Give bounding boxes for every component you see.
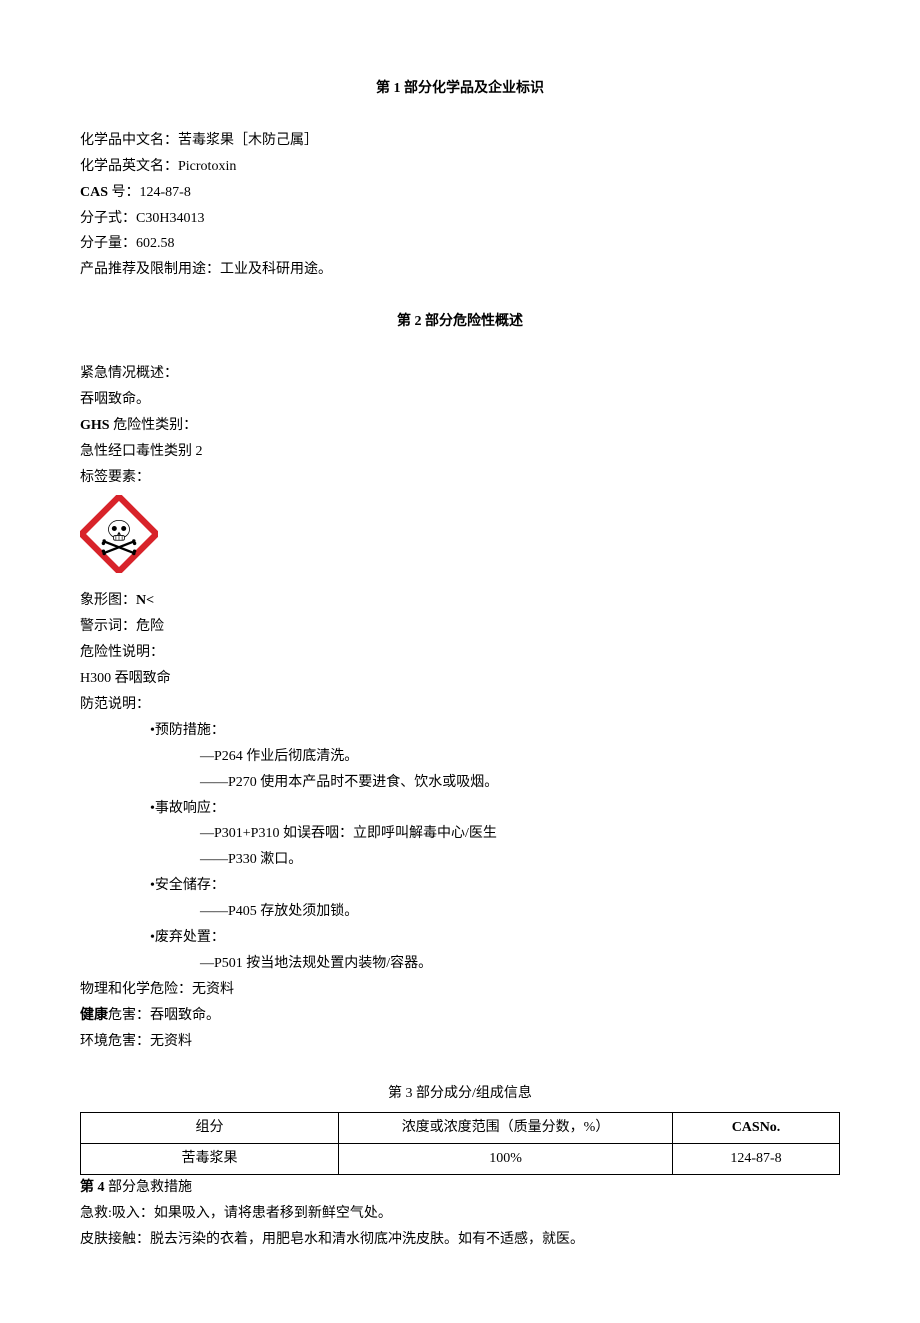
row-use: 产品推荐及限制用途：工业及科研用途。	[80, 257, 840, 283]
ghs-pictogram-skull	[80, 491, 840, 589]
table-header-cas: CASNo.	[673, 1113, 840, 1144]
section-2-title: 第 2 部分危险性概述	[80, 309, 840, 335]
table-row: 苦毒浆果 100% 124-87-8	[81, 1144, 840, 1175]
emergency-label: 紧急情况概述：	[80, 361, 840, 387]
ghs-class: 急性经口毒性类别 2	[80, 439, 840, 465]
p270: ——P270 使用本产品时不要进食、饮水或吸烟。	[80, 770, 840, 796]
row-formula: 分子式：C30H34013	[80, 206, 840, 232]
group-disposal-header: •废弃处置：	[80, 925, 840, 951]
precaution-label: 防范说明：	[80, 692, 840, 718]
p330: ——P330 漱口。	[80, 847, 840, 873]
pictogram-label: 象形图：N<	[80, 588, 840, 614]
cell-cas: 124-87-8	[673, 1144, 840, 1175]
group-storage-header: •安全储存：	[80, 873, 840, 899]
hazard-h300: H300 吞咽致命	[80, 666, 840, 692]
label-elements: 标签要素：	[80, 465, 840, 491]
section-1-title: 第 1 部分化学品及企业标识	[80, 76, 840, 102]
row-en-name: 化学品英文名：Picrotoxin	[80, 154, 840, 180]
firstaid-inhale: 急救:吸入：如果吸入，请将患者移到新鲜空气处。	[80, 1201, 840, 1227]
row-mw: 分子量：602.58	[80, 231, 840, 257]
p501: —P501 按当地法规处置内装物/容器。	[80, 951, 840, 977]
p264: —P264 作业后彻底清洗。	[80, 744, 840, 770]
hazard-stmt-label: 危险性说明：	[80, 640, 840, 666]
section-4-title: 第 4 部分急救措施	[80, 1175, 840, 1201]
cell-component: 苦毒浆果	[81, 1144, 339, 1175]
cell-concentration: 100%	[339, 1144, 673, 1175]
signal-word: 警示词：危险	[80, 614, 840, 640]
row-cn-name: 化学品中文名：苦毒浆果［木防己属］	[80, 128, 840, 154]
group-prevention-header: •预防措施：	[80, 718, 840, 744]
p301-p310: —P301+P310 如误吞咽：立即呼叫解毒中心/医生	[80, 821, 840, 847]
table-header-component: 组分	[81, 1113, 339, 1144]
group-response-header: •事故响应：	[80, 796, 840, 822]
phys-hazard: 物理和化学危险：无资料	[80, 977, 840, 1003]
composition-table: 组分 浓度或浓度范围（质量分数，%） CASNo. 苦毒浆果 100% 124-…	[80, 1112, 840, 1175]
health-hazard: 健康危害：吞咽致命。	[80, 1003, 840, 1029]
firstaid-skin: 皮肤接触：脱去污染的衣着，用肥皂水和清水彻底冲洗皮肤。如有不适感，就医。	[80, 1227, 840, 1253]
ghs-label: GHS 危险性类别：	[80, 413, 840, 439]
table-header-concentration: 浓度或浓度范围（质量分数，%）	[339, 1113, 673, 1144]
section-3-title: 第 3 部分成分/组成信息	[80, 1081, 840, 1107]
emergency-text: 吞咽致命。	[80, 387, 840, 413]
env-hazard: 环境危害：无资料	[80, 1029, 840, 1055]
p405: ——P405 存放处须加锁。	[80, 899, 840, 925]
row-cas: CAS 号：124-87-8	[80, 180, 840, 206]
